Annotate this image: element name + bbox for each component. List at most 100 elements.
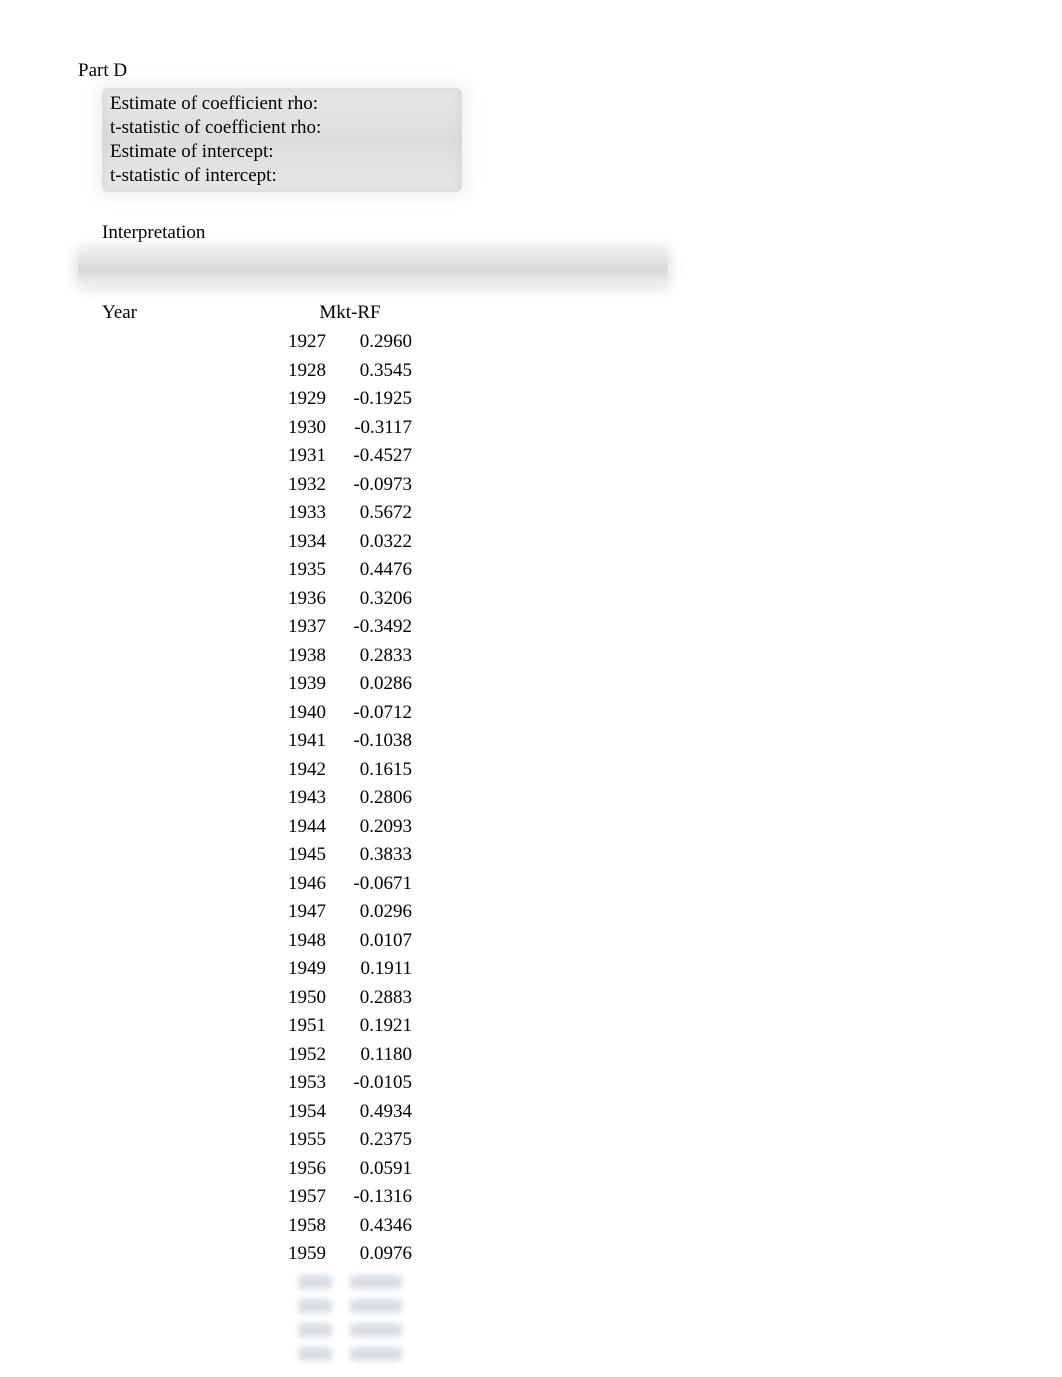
- cell-mkt-rf: 0.0591: [336, 1155, 412, 1184]
- cell-year: 1949: [102, 955, 336, 984]
- cell-year: 1940: [102, 699, 336, 728]
- cell-mkt-rf: -0.1925: [336, 385, 412, 414]
- cell-mkt-rf: 0.0976: [336, 1240, 412, 1269]
- table-row: 1931-0.4527: [102, 442, 1062, 471]
- table-row: 19330.5672: [102, 499, 1062, 528]
- cell-mkt-rf: 0.3833: [336, 841, 412, 870]
- cell-mkt-rf: 0.0107: [336, 927, 412, 956]
- cell-year: 1934: [102, 528, 336, 557]
- cell-mkt-rf: 0.4346: [336, 1212, 412, 1241]
- cell-mkt-rf: 0.1921: [336, 1012, 412, 1041]
- cell-year: 1953: [102, 1069, 336, 1098]
- cell-year: 1957: [102, 1183, 336, 1212]
- rho-tstat-label: t-statistic of coefficient rho:: [110, 116, 462, 140]
- table-row: 1930-0.3117: [102, 414, 1062, 443]
- cell-year: 1945: [102, 841, 336, 870]
- table-row: 19350.4476: [102, 556, 1062, 585]
- table-row: 1929-0.1925: [102, 385, 1062, 414]
- cell-year: 1944: [102, 813, 336, 842]
- table-row: 19490.1911: [102, 955, 1062, 984]
- table-row: 19480.0107: [102, 927, 1062, 956]
- cell-mkt-rf: 0.5672: [336, 499, 412, 528]
- document-page: Part D Estimate of coefficient rho: t-st…: [0, 0, 1062, 1371]
- intercept-tstat-label: t-statistic of intercept:: [110, 164, 462, 188]
- cell-year: 1958: [102, 1212, 336, 1241]
- rho-coef-label: Estimate of coefficient rho:: [110, 92, 462, 116]
- cell-year: 1935: [102, 556, 336, 585]
- cell-year: 1938: [102, 642, 336, 671]
- cell-mkt-rf: -0.3117: [336, 414, 412, 443]
- cell-mkt-rf: 0.0296: [336, 898, 412, 927]
- cell-mkt-rf: -0.0105: [336, 1069, 412, 1098]
- table-row: 19360.3206: [102, 585, 1062, 614]
- cell-year: 1939: [102, 670, 336, 699]
- cell-mkt-rf: -0.0712: [336, 699, 412, 728]
- table-row: 1946-0.0671: [102, 870, 1062, 899]
- table-row: 19380.2833: [102, 642, 1062, 671]
- table-row: 19390.0286: [102, 670, 1062, 699]
- cell-year: 1936: [102, 585, 336, 614]
- table-row: 19540.4934: [102, 1098, 1062, 1127]
- cell-mkt-rf: -0.4527: [336, 442, 412, 471]
- table-row: 19420.1615: [102, 756, 1062, 785]
- cell-year: 1959: [102, 1240, 336, 1269]
- table-row: 19450.3833: [102, 841, 1062, 870]
- table-row: 19470.0296: [102, 898, 1062, 927]
- table-row: 1953-0.0105: [102, 1069, 1062, 1098]
- cell-mkt-rf: 0.0286: [336, 670, 412, 699]
- cell-mkt-rf: 0.3545: [336, 357, 412, 386]
- cell-year: 1951: [102, 1012, 336, 1041]
- cell-year: 1933: [102, 499, 336, 528]
- col-header-year: Year: [102, 302, 300, 324]
- cell-mkt-rf: 0.3206: [336, 585, 412, 614]
- cell-mkt-rf: -0.0973: [336, 471, 412, 500]
- interpretation-blurred-area: [78, 250, 668, 286]
- cell-year: 1928: [102, 357, 336, 386]
- table-row: 19590.0976: [102, 1240, 1062, 1269]
- table-row: 19550.2375: [102, 1126, 1062, 1155]
- cell-year: 1948: [102, 927, 336, 956]
- blurred-additional-rows: [278, 1275, 428, 1371]
- cell-year: 1931: [102, 442, 336, 471]
- table-row: 19280.3545: [102, 357, 1062, 386]
- table-row: 19510.1921: [102, 1012, 1062, 1041]
- cell-mkt-rf: -0.1316: [336, 1183, 412, 1212]
- col-header-mkt-rf: Mkt-RF: [300, 302, 400, 324]
- cell-mkt-rf: 0.4934: [336, 1098, 412, 1127]
- table-row: 1937-0.3492: [102, 613, 1062, 642]
- table-row: 19560.0591: [102, 1155, 1062, 1184]
- cell-mkt-rf: 0.2375: [336, 1126, 412, 1155]
- cell-year: 1952: [102, 1041, 336, 1070]
- cell-year: 1943: [102, 784, 336, 813]
- table-row: 19270.2960: [102, 328, 1062, 357]
- table-body: 19270.296019280.35451929-0.19251930-0.31…: [102, 328, 1062, 1269]
- table-row: 1940-0.0712: [102, 699, 1062, 728]
- cell-mkt-rf: 0.4476: [336, 556, 412, 585]
- table-row: 1957-0.1316: [102, 1183, 1062, 1212]
- table-row: 19430.2806: [102, 784, 1062, 813]
- cell-mkt-rf: 0.2093: [336, 813, 412, 842]
- stats-field-block: Estimate of coefficient rho: t-statistic…: [102, 88, 462, 192]
- cell-mkt-rf: 0.2833: [336, 642, 412, 671]
- table-row: 1941-0.1038: [102, 727, 1062, 756]
- cell-mkt-rf: 0.1911: [336, 955, 412, 984]
- cell-mkt-rf: 0.1615: [336, 756, 412, 785]
- cell-mkt-rf: 0.2806: [336, 784, 412, 813]
- table-header-row: Year Mkt-RF: [102, 302, 1062, 324]
- cell-mkt-rf: -0.1038: [336, 727, 412, 756]
- cell-mkt-rf: 0.2883: [336, 984, 412, 1013]
- cell-year: 1946: [102, 870, 336, 899]
- cell-year: 1927: [102, 328, 336, 357]
- cell-year: 1937: [102, 613, 336, 642]
- table-row: 1932-0.0973: [102, 471, 1062, 500]
- cell-year: 1947: [102, 898, 336, 927]
- cell-year: 1954: [102, 1098, 336, 1127]
- cell-mkt-rf: -0.0671: [336, 870, 412, 899]
- intercept-est-label: Estimate of intercept:: [110, 140, 462, 164]
- cell-mkt-rf: 0.0322: [336, 528, 412, 557]
- cell-year: 1930: [102, 414, 336, 443]
- cell-year: 1942: [102, 756, 336, 785]
- cell-year: 1929: [102, 385, 336, 414]
- cell-year: 1932: [102, 471, 336, 500]
- part-heading: Part D: [78, 60, 1062, 82]
